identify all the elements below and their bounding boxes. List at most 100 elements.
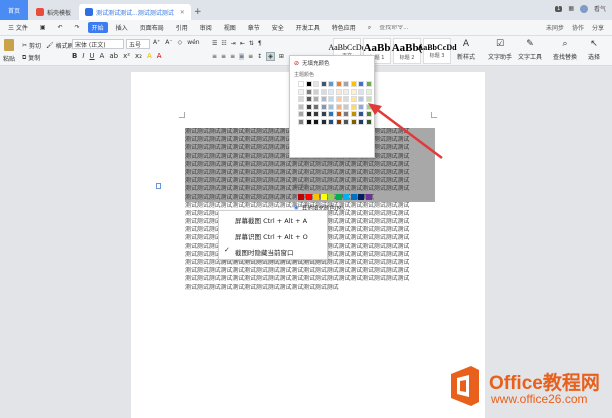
align-center-icon[interactable]: ≡ <box>221 53 226 60</box>
text-color-icon[interactable]: A <box>157 52 162 60</box>
standard-color-swatch[interactable] <box>328 194 334 200</box>
color-swatch[interactable] <box>358 96 364 102</box>
font-color-icon[interactable]: A <box>100 52 105 60</box>
format-painter-button[interactable]: 🖌 格式刷 <box>46 41 74 50</box>
color-swatch[interactable] <box>343 88 349 95</box>
phonetic-icon[interactable]: wén <box>187 39 199 46</box>
color-swatch[interactable] <box>313 88 319 95</box>
tab-review[interactable]: 审阅 <box>196 22 216 33</box>
indent-icon[interactable]: ⇥ <box>231 40 236 47</box>
menu-item-screen-capture[interactable]: 屏幕截图 Ctrl + Alt + A <box>235 215 307 225</box>
color-swatch[interactable] <box>365 103 372 110</box>
standard-color-swatch[interactable] <box>298 194 304 200</box>
tab-current-document[interactable]: 测试测试测试...测试测试测试 ✕ <box>79 4 191 20</box>
color-swatch[interactable] <box>343 103 349 110</box>
color-swatch[interactable] <box>313 118 319 125</box>
text-line[interactable]: 测试测试测试测试测试测试测试测试测试测试测试测试测试测试测试测试测试测试测试 <box>185 177 435 186</box>
tab-security[interactable]: 安全 <box>268 22 288 33</box>
tab-insert[interactable]: 插入 <box>112 22 132 33</box>
align-right-icon[interactable]: ≡ <box>230 53 235 60</box>
justify-icon[interactable]: ≡ <box>239 53 245 60</box>
user-label[interactable]: 看气 <box>594 4 606 13</box>
underline-icon[interactable]: U <box>89 52 94 60</box>
tab-developer[interactable]: 开发工具 <box>292 22 324 33</box>
color-swatch[interactable] <box>328 96 334 102</box>
search-input[interactable] <box>379 24 430 31</box>
color-swatch[interactable] <box>328 111 334 117</box>
copy-button[interactable]: ⧉ 复制 <box>22 53 40 63</box>
standard-color-swatch[interactable] <box>305 194 312 200</box>
color-swatch[interactable] <box>298 118 304 125</box>
color-swatch[interactable] <box>328 88 334 95</box>
paragraph-handle-icon[interactable] <box>156 183 161 189</box>
color-swatch[interactable] <box>305 111 312 117</box>
grid-icon[interactable]: ▦ <box>568 5 574 12</box>
redo-icon[interactable]: ↷ <box>71 23 84 32</box>
numbering-icon[interactable]: ☷ <box>221 40 226 47</box>
home-tab[interactable]: 首页 <box>0 0 28 20</box>
color-swatch[interactable] <box>365 88 372 95</box>
text-line[interactable]: 测试测试测试测试测试测试测试测试测试测试测试测试测试 <box>185 284 435 292</box>
color-swatch[interactable] <box>358 88 364 95</box>
color-swatch[interactable] <box>365 111 372 117</box>
color-swatch[interactable] <box>305 88 312 95</box>
color-swatch[interactable] <box>350 111 357 117</box>
color-swatch[interactable] <box>298 103 304 110</box>
share-button[interactable]: 分享 <box>592 23 604 32</box>
color-swatch[interactable] <box>343 118 349 125</box>
superscript-icon[interactable]: x² <box>123 52 130 60</box>
font-name-select[interactable]: 宋体 (正文) <box>72 39 124 49</box>
collaborate-button[interactable]: 协作 <box>572 23 584 32</box>
close-icon[interactable]: ✕ <box>180 9 185 16</box>
subscript-icon[interactable]: x₂ <box>135 52 142 60</box>
text-line[interactable]: 测试测试测试测试测试测试测试测试测试测试测试测试测试测试测试测试测试测试测试 <box>185 185 435 194</box>
standard-color-swatch[interactable] <box>335 194 342 200</box>
color-swatch[interactable] <box>298 111 304 117</box>
italic-icon[interactable]: I <box>82 52 84 60</box>
save-icon[interactable]: ▣ <box>36 23 50 32</box>
standard-color-swatch[interactable] <box>320 194 327 200</box>
color-swatch[interactable] <box>320 88 327 95</box>
align-left-icon[interactable]: ≡ <box>212 53 217 60</box>
color-swatch[interactable] <box>335 88 342 95</box>
color-swatch[interactable] <box>350 118 357 125</box>
text-line[interactable]: 测试测试测试测试测试测试测试测试测试测试测试测试测试测试测试测试测试测试测试 <box>185 160 435 169</box>
find-replace-button[interactable]: ⌕ 查找替换 <box>553 39 577 61</box>
tab-page-layout[interactable]: 页面布局 <box>136 22 168 33</box>
color-swatch[interactable] <box>313 81 319 87</box>
color-swatch[interactable] <box>305 118 312 125</box>
menu-item-hide-window[interactable]: 截图时隐藏当前窗口 <box>235 247 294 257</box>
color-swatch[interactable] <box>365 81 372 87</box>
undo-icon[interactable]: ↶ <box>54 23 67 32</box>
strikethrough-icon[interactable]: ab <box>109 52 118 60</box>
tab-references[interactable]: 引用 <box>172 22 192 33</box>
color-swatch[interactable] <box>343 111 349 117</box>
color-swatch[interactable] <box>320 81 327 87</box>
color-swatch[interactable] <box>350 88 357 95</box>
text-line[interactable]: 测试测试测试测试测试测试测试测试测试测试测试测试测试测试测试测试测试测试测试 <box>185 259 435 267</box>
color-swatch[interactable] <box>335 118 342 125</box>
bullets-icon[interactable]: ☰ <box>212 40 217 47</box>
color-swatch[interactable] <box>298 81 304 87</box>
text-line[interactable]: 测试测试测试测试测试测试测试测试测试测试测试测试测试测试测试测试测试测试测试 <box>185 168 435 178</box>
color-swatch[interactable] <box>358 81 364 87</box>
color-swatch[interactable] <box>328 81 334 87</box>
sort-icon[interactable]: ⇅ <box>249 40 254 47</box>
color-swatch[interactable] <box>350 96 357 102</box>
color-swatch[interactable] <box>358 118 364 125</box>
color-swatch[interactable] <box>298 96 304 102</box>
style-heading-3[interactable]: AaBbCcDd 标题 3 <box>417 38 457 64</box>
color-swatch[interactable] <box>328 118 334 125</box>
window-count-badge[interactable]: 1 <box>555 5 563 12</box>
color-swatch[interactable] <box>298 88 304 95</box>
color-swatch[interactable] <box>358 111 364 117</box>
color-swatch[interactable] <box>320 103 327 110</box>
tab-start[interactable]: 开始 <box>87 22 108 33</box>
clear-format-icon[interactable]: ◇ <box>178 39 183 46</box>
color-swatch[interactable] <box>365 118 372 125</box>
color-swatch[interactable] <box>320 111 327 117</box>
distributed-icon[interactable]: ≡ <box>248 53 253 60</box>
new-tab-button[interactable]: + <box>191 4 205 20</box>
color-swatch[interactable] <box>320 118 327 125</box>
outdent-icon[interactable]: ⇤ <box>240 40 245 47</box>
